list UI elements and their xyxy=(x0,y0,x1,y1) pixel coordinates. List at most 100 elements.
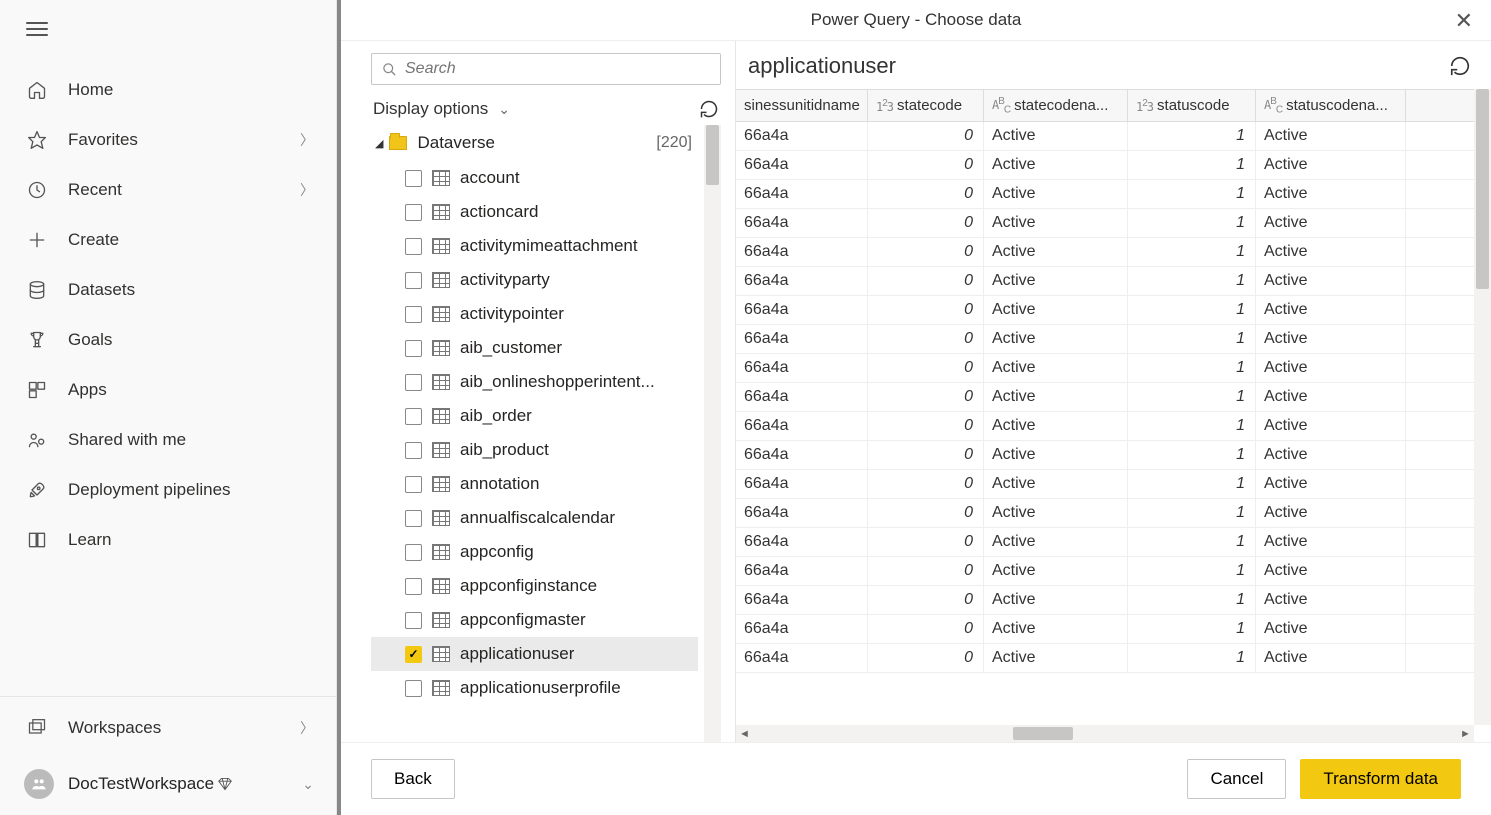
table-checkbox[interactable] xyxy=(405,374,422,391)
table-item-appconfigmaster[interactable]: appconfigmaster xyxy=(371,603,698,637)
table-row[interactable]: 66a4a0Active1Active xyxy=(736,499,1474,528)
cell: Active xyxy=(1256,325,1406,353)
sidebar-item-learn[interactable]: Learn xyxy=(0,515,336,565)
cell: Active xyxy=(1256,151,1406,179)
table-row[interactable]: 66a4a0Active1Active xyxy=(736,354,1474,383)
table-checkbox[interactable] xyxy=(405,408,422,425)
search-box[interactable] xyxy=(371,53,721,85)
cell: Active xyxy=(984,470,1128,498)
table-checkbox[interactable] xyxy=(405,544,422,561)
preview-horizontal-scrollbar[interactable]: ◄ ► xyxy=(736,725,1474,742)
table-row[interactable]: 66a4a0Active1Active xyxy=(736,296,1474,325)
table-checkbox[interactable] xyxy=(405,306,422,323)
table-row[interactable]: 66a4a0Active1Active xyxy=(736,383,1474,412)
table-item-aib_order[interactable]: aib_order xyxy=(371,399,698,433)
table-row[interactable]: 66a4a0Active1Active xyxy=(736,470,1474,499)
column-header-statuscodena[interactable]: ABCstatuscodena... xyxy=(1256,90,1406,121)
column-header-statuscode[interactable]: 123statuscode xyxy=(1128,90,1256,121)
sidebar-item-workspaces[interactable]: Workspaces 〉 xyxy=(0,703,336,753)
table-checkbox[interactable] xyxy=(405,578,422,595)
table-checkbox[interactable] xyxy=(405,340,422,357)
folder-dataverse[interactable]: ◢ Dataverse [220] xyxy=(371,125,698,161)
table-checkbox[interactable] xyxy=(405,646,422,663)
column-header-sinessunitidname[interactable]: sinessunitidname xyxy=(736,90,868,121)
table-item-annualfiscalcalendar[interactable]: annualfiscalcalendar xyxy=(371,501,698,535)
table-item-aib_product[interactable]: aib_product xyxy=(371,433,698,467)
scrollbar-thumb[interactable] xyxy=(1013,727,1073,740)
cancel-button[interactable]: Cancel xyxy=(1187,759,1286,799)
scrollbar-thumb[interactable] xyxy=(706,125,719,185)
column-header-statecodena[interactable]: ABCstatecodena... xyxy=(984,90,1128,121)
sidebar-item-goals[interactable]: Goals xyxy=(0,315,336,365)
sidebar-item-create[interactable]: Create xyxy=(0,215,336,265)
table-name: activitypointer xyxy=(460,304,564,324)
sidebar-item-recent[interactable]: Recent〉 xyxy=(0,165,336,215)
plus-icon xyxy=(24,229,50,251)
sidebar-item-label: Learn xyxy=(68,530,314,550)
display-options-button[interactable]: Display options xyxy=(373,99,488,119)
table-row[interactable]: 66a4a0Active1Active xyxy=(736,238,1474,267)
table-row[interactable]: 66a4a0Active1Active xyxy=(736,644,1474,673)
sidebar-item-label: Apps xyxy=(68,380,314,400)
table-row[interactable]: 66a4a0Active1Active xyxy=(736,615,1474,644)
table-row[interactable]: 66a4a0Active1Active xyxy=(736,209,1474,238)
refresh-navigator-button[interactable] xyxy=(699,99,719,119)
preview-panel: applicationuser sinessunitidname123state… xyxy=(735,41,1491,742)
sidebar-item-datasets[interactable]: Datasets xyxy=(0,265,336,315)
table-checkbox[interactable] xyxy=(405,476,422,493)
scroll-left-arrow-icon[interactable]: ◄ xyxy=(736,728,753,740)
table-checkbox[interactable] xyxy=(405,272,422,289)
navigator-scrollbar[interactable] xyxy=(704,125,721,742)
table-checkbox[interactable] xyxy=(405,612,422,629)
table-item-appconfig[interactable]: appconfig xyxy=(371,535,698,569)
table-row[interactable]: 66a4a0Active1Active xyxy=(736,180,1474,209)
table-row[interactable]: 66a4a0Active1Active xyxy=(736,586,1474,615)
table-checkbox[interactable] xyxy=(405,170,422,187)
table-row[interactable]: 66a4a0Active1Active xyxy=(736,441,1474,470)
table-name: annotation xyxy=(460,474,539,494)
close-button[interactable]: ✕ xyxy=(1455,8,1473,34)
table-item-appconfiginstance[interactable]: appconfiginstance xyxy=(371,569,698,603)
scrollbar-thumb[interactable] xyxy=(1476,89,1489,289)
table-row[interactable]: 66a4a0Active1Active xyxy=(736,528,1474,557)
table-row[interactable]: 66a4a0Active1Active xyxy=(736,151,1474,180)
table-item-applicationuser[interactable]: applicationuser xyxy=(371,637,698,671)
cell: 0 xyxy=(868,209,984,237)
table-item-account[interactable]: account xyxy=(371,161,698,195)
hamburger-button[interactable] xyxy=(0,0,336,57)
current-workspace[interactable]: DocTestWorkspace ⌄ xyxy=(0,753,336,815)
sidebar-item-favorites[interactable]: Favorites〉 xyxy=(0,115,336,165)
table-item-aib_onlineshopperintent[interactable]: aib_onlineshopperintent... xyxy=(371,365,698,399)
table-item-activitypointer[interactable]: activitypointer xyxy=(371,297,698,331)
table-checkbox[interactable] xyxy=(405,510,422,527)
table-row[interactable]: 66a4a0Active1Active xyxy=(736,325,1474,354)
scroll-right-arrow-icon[interactable]: ► xyxy=(1457,728,1474,740)
table-item-activityparty[interactable]: activityparty xyxy=(371,263,698,297)
table-item-annotation[interactable]: annotation xyxy=(371,467,698,501)
table-row[interactable]: 66a4a0Active1Active xyxy=(736,267,1474,296)
column-header-statecode[interactable]: 123statecode xyxy=(868,90,984,121)
table-checkbox[interactable] xyxy=(405,680,422,697)
table-checkbox[interactable] xyxy=(405,204,422,221)
table-item-activitymimeattachment[interactable]: activitymimeattachment xyxy=(371,229,698,263)
sidebar-item-label: Favorites xyxy=(68,130,300,150)
table-checkbox[interactable] xyxy=(405,238,422,255)
search-input[interactable] xyxy=(405,60,710,78)
transform-data-button[interactable]: Transform data xyxy=(1300,759,1461,799)
table-row[interactable]: 66a4a0Active1Active xyxy=(736,122,1474,151)
table-row[interactable]: 66a4a0Active1Active xyxy=(736,412,1474,441)
table-icon xyxy=(432,340,450,356)
sidebar-item-shared-with-me[interactable]: Shared with me xyxy=(0,415,336,465)
table-name: actioncard xyxy=(460,202,538,222)
table-item-aib_customer[interactable]: aib_customer xyxy=(371,331,698,365)
table-checkbox[interactable] xyxy=(405,442,422,459)
sidebar-item-deployment-pipelines[interactable]: Deployment pipelines xyxy=(0,465,336,515)
back-button[interactable]: Back xyxy=(371,759,455,799)
table-item-actioncard[interactable]: actioncard xyxy=(371,195,698,229)
refresh-preview-button[interactable] xyxy=(1449,55,1471,77)
sidebar-item-apps[interactable]: Apps xyxy=(0,365,336,415)
table-item-applicationuserprofile[interactable]: applicationuserprofile xyxy=(371,671,698,705)
preview-vertical-scrollbar[interactable] xyxy=(1474,89,1491,725)
table-row[interactable]: 66a4a0Active1Active xyxy=(736,557,1474,586)
sidebar-item-home[interactable]: Home xyxy=(0,65,336,115)
